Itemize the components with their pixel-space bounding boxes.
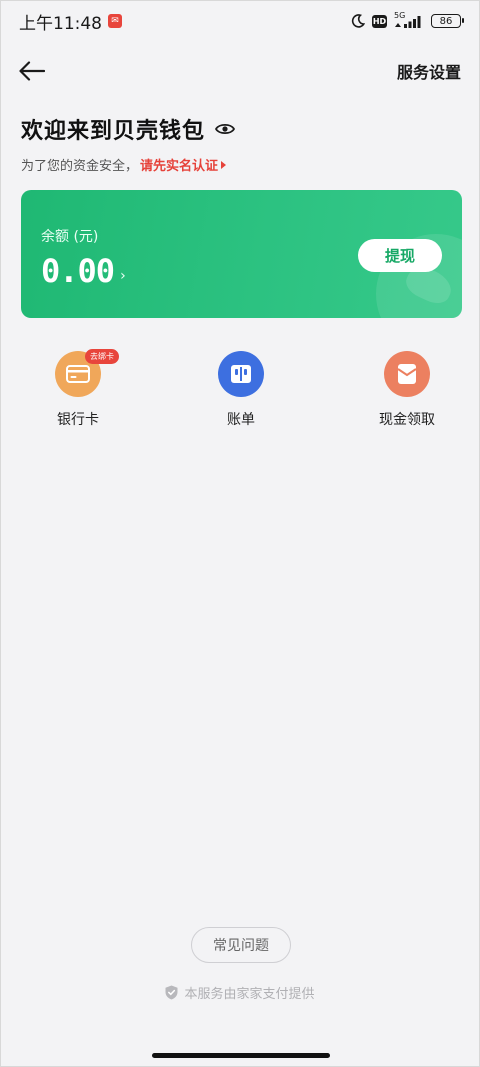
security-note: 为了您的资金安全，: [21, 159, 139, 174]
status-time: 上午11:48: [19, 13, 102, 34]
provider-text: 本服务由家家支付提供: [184, 987, 315, 1002]
hd-icon: HD: [372, 14, 387, 28]
bank-card-action[interactable]: 去绑卡 银行卡: [28, 349, 128, 429]
balance-card: 余额 (元) 0.00 › 提现: [21, 190, 462, 318]
signal-icon: 5G: [394, 12, 424, 29]
shield-check-icon: [165, 985, 178, 1000]
welcome-section: 欢迎来到贝壳钱包 为了您的资金安全， 请先实名认证: [21, 113, 459, 174]
bank-card-label: 银行卡: [57, 412, 99, 428]
verify-link-label: 请先实名认证: [140, 159, 219, 174]
home-indicator[interactable]: [152, 1053, 330, 1058]
provider-note: 本服务由家家支付提供: [1, 983, 479, 1002]
status-bar: 上午11:48 ✉ HD 5G 86: [1, 1, 479, 41]
back-arrow-icon: [19, 61, 45, 81]
balance-label: 余额 (元): [41, 229, 99, 245]
faq-button[interactable]: 常见问题: [191, 927, 291, 963]
bank-card-icon: 去绑卡: [55, 349, 119, 397]
bill-book-icon: [218, 351, 264, 397]
welcome-subtitle: 为了您的资金安全， 请先实名认证: [21, 155, 459, 174]
balance-amount-row[interactable]: 0.00 ›: [41, 252, 126, 290]
status-left: 上午11:48 ✉: [19, 9, 122, 34]
cash-claim-action[interactable]: 现金领取: [357, 351, 457, 429]
nav-bar: 服务设置: [1, 51, 479, 91]
moon-icon: [351, 14, 365, 28]
balance-amount: 0.00: [41, 252, 115, 290]
battery-level: 86: [439, 15, 453, 27]
cash-claim-label: 现金领取: [379, 412, 435, 428]
bind-card-badge: 去绑卡: [85, 349, 119, 364]
chevron-right-icon: ›: [120, 268, 126, 284]
back-button[interactable]: [19, 56, 49, 86]
page-title: 欢迎来到贝壳钱包: [21, 119, 206, 144]
battery-icon: 86: [431, 14, 464, 28]
red-envelope-icon: [384, 351, 430, 397]
quick-actions: 去绑卡 银行卡 账单 现金领取: [1, 349, 479, 431]
app-notification-icon: ✉: [108, 14, 122, 28]
welcome-title-row: 欢迎来到贝壳钱包: [21, 113, 459, 145]
caret-right-icon: [221, 160, 227, 169]
eye-icon[interactable]: [215, 122, 236, 136]
verify-identity-link[interactable]: 请先实名认证: [140, 155, 227, 174]
withdraw-button[interactable]: 提现: [358, 239, 442, 272]
bill-label: 账单: [227, 412, 255, 428]
bill-action[interactable]: 账单: [191, 351, 291, 429]
status-right: HD 5G 86: [351, 12, 464, 29]
service-settings-button[interactable]: 服务设置: [397, 59, 461, 83]
